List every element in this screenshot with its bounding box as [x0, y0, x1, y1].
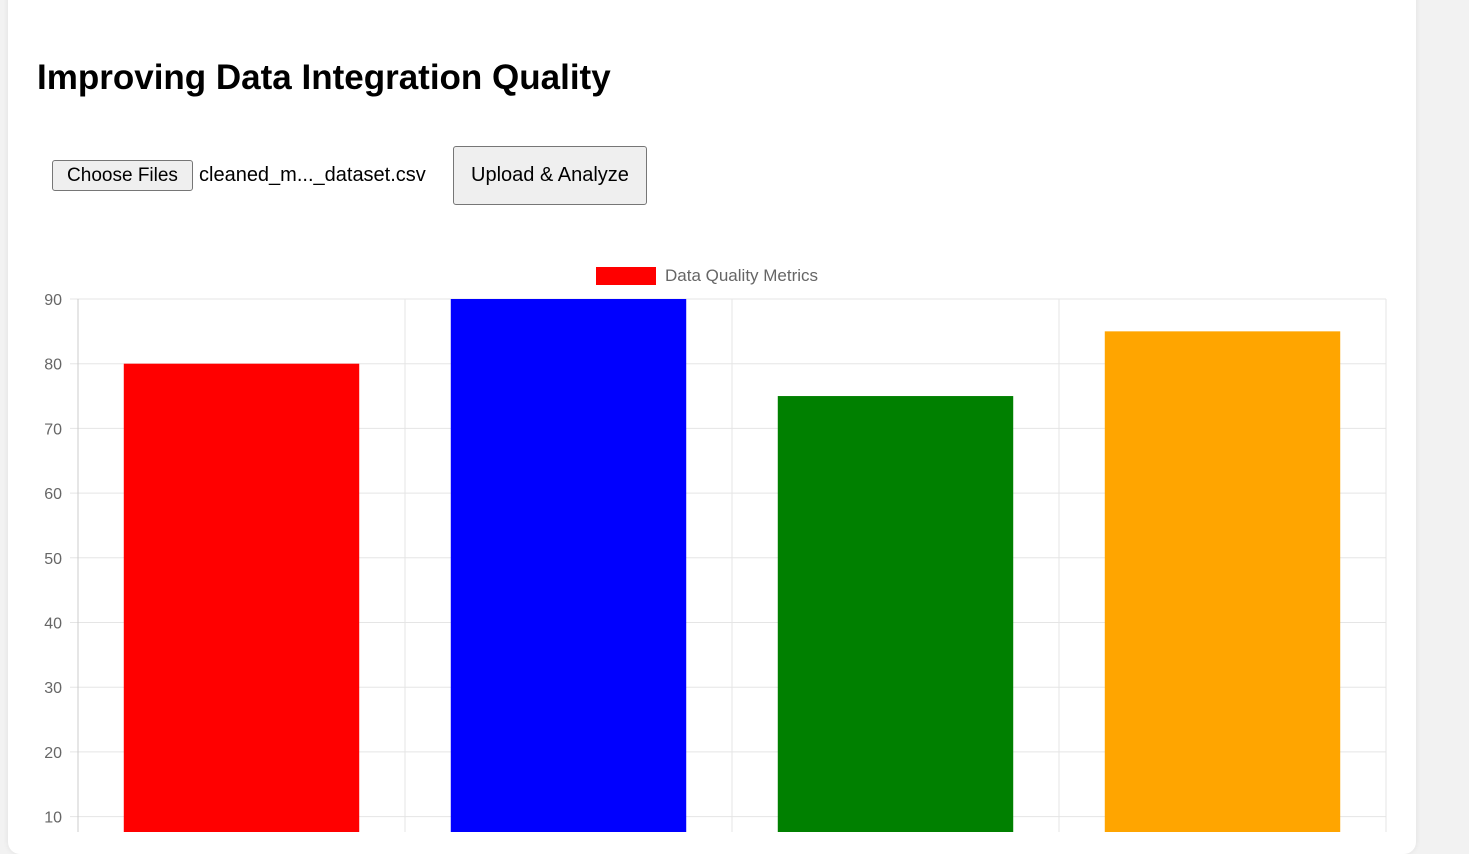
- y-tick-label: 50: [44, 551, 62, 568]
- y-tick-label: 20: [44, 745, 62, 762]
- legend-swatch: [596, 267, 656, 285]
- bar: [450, 299, 687, 832]
- y-tick-label: 90: [44, 292, 62, 309]
- y-tick-label: 80: [44, 357, 62, 374]
- bar-chart: 90 80 70 60 50 40 30 20 10 Data Quality Metrics: [44, 266, 1387, 832]
- y-tick-label: 10: [44, 810, 62, 827]
- y-tick-label: 30: [44, 680, 62, 697]
- legend-label: Data Quality Metrics: [665, 266, 818, 285]
- y-tick-label: 40: [44, 616, 62, 633]
- y-tick-label: 70: [44, 421, 62, 438]
- bar: [777, 396, 1014, 832]
- bar: [123, 363, 360, 832]
- y-tick-label: 60: [44, 486, 62, 503]
- bar: [1104, 331, 1341, 832]
